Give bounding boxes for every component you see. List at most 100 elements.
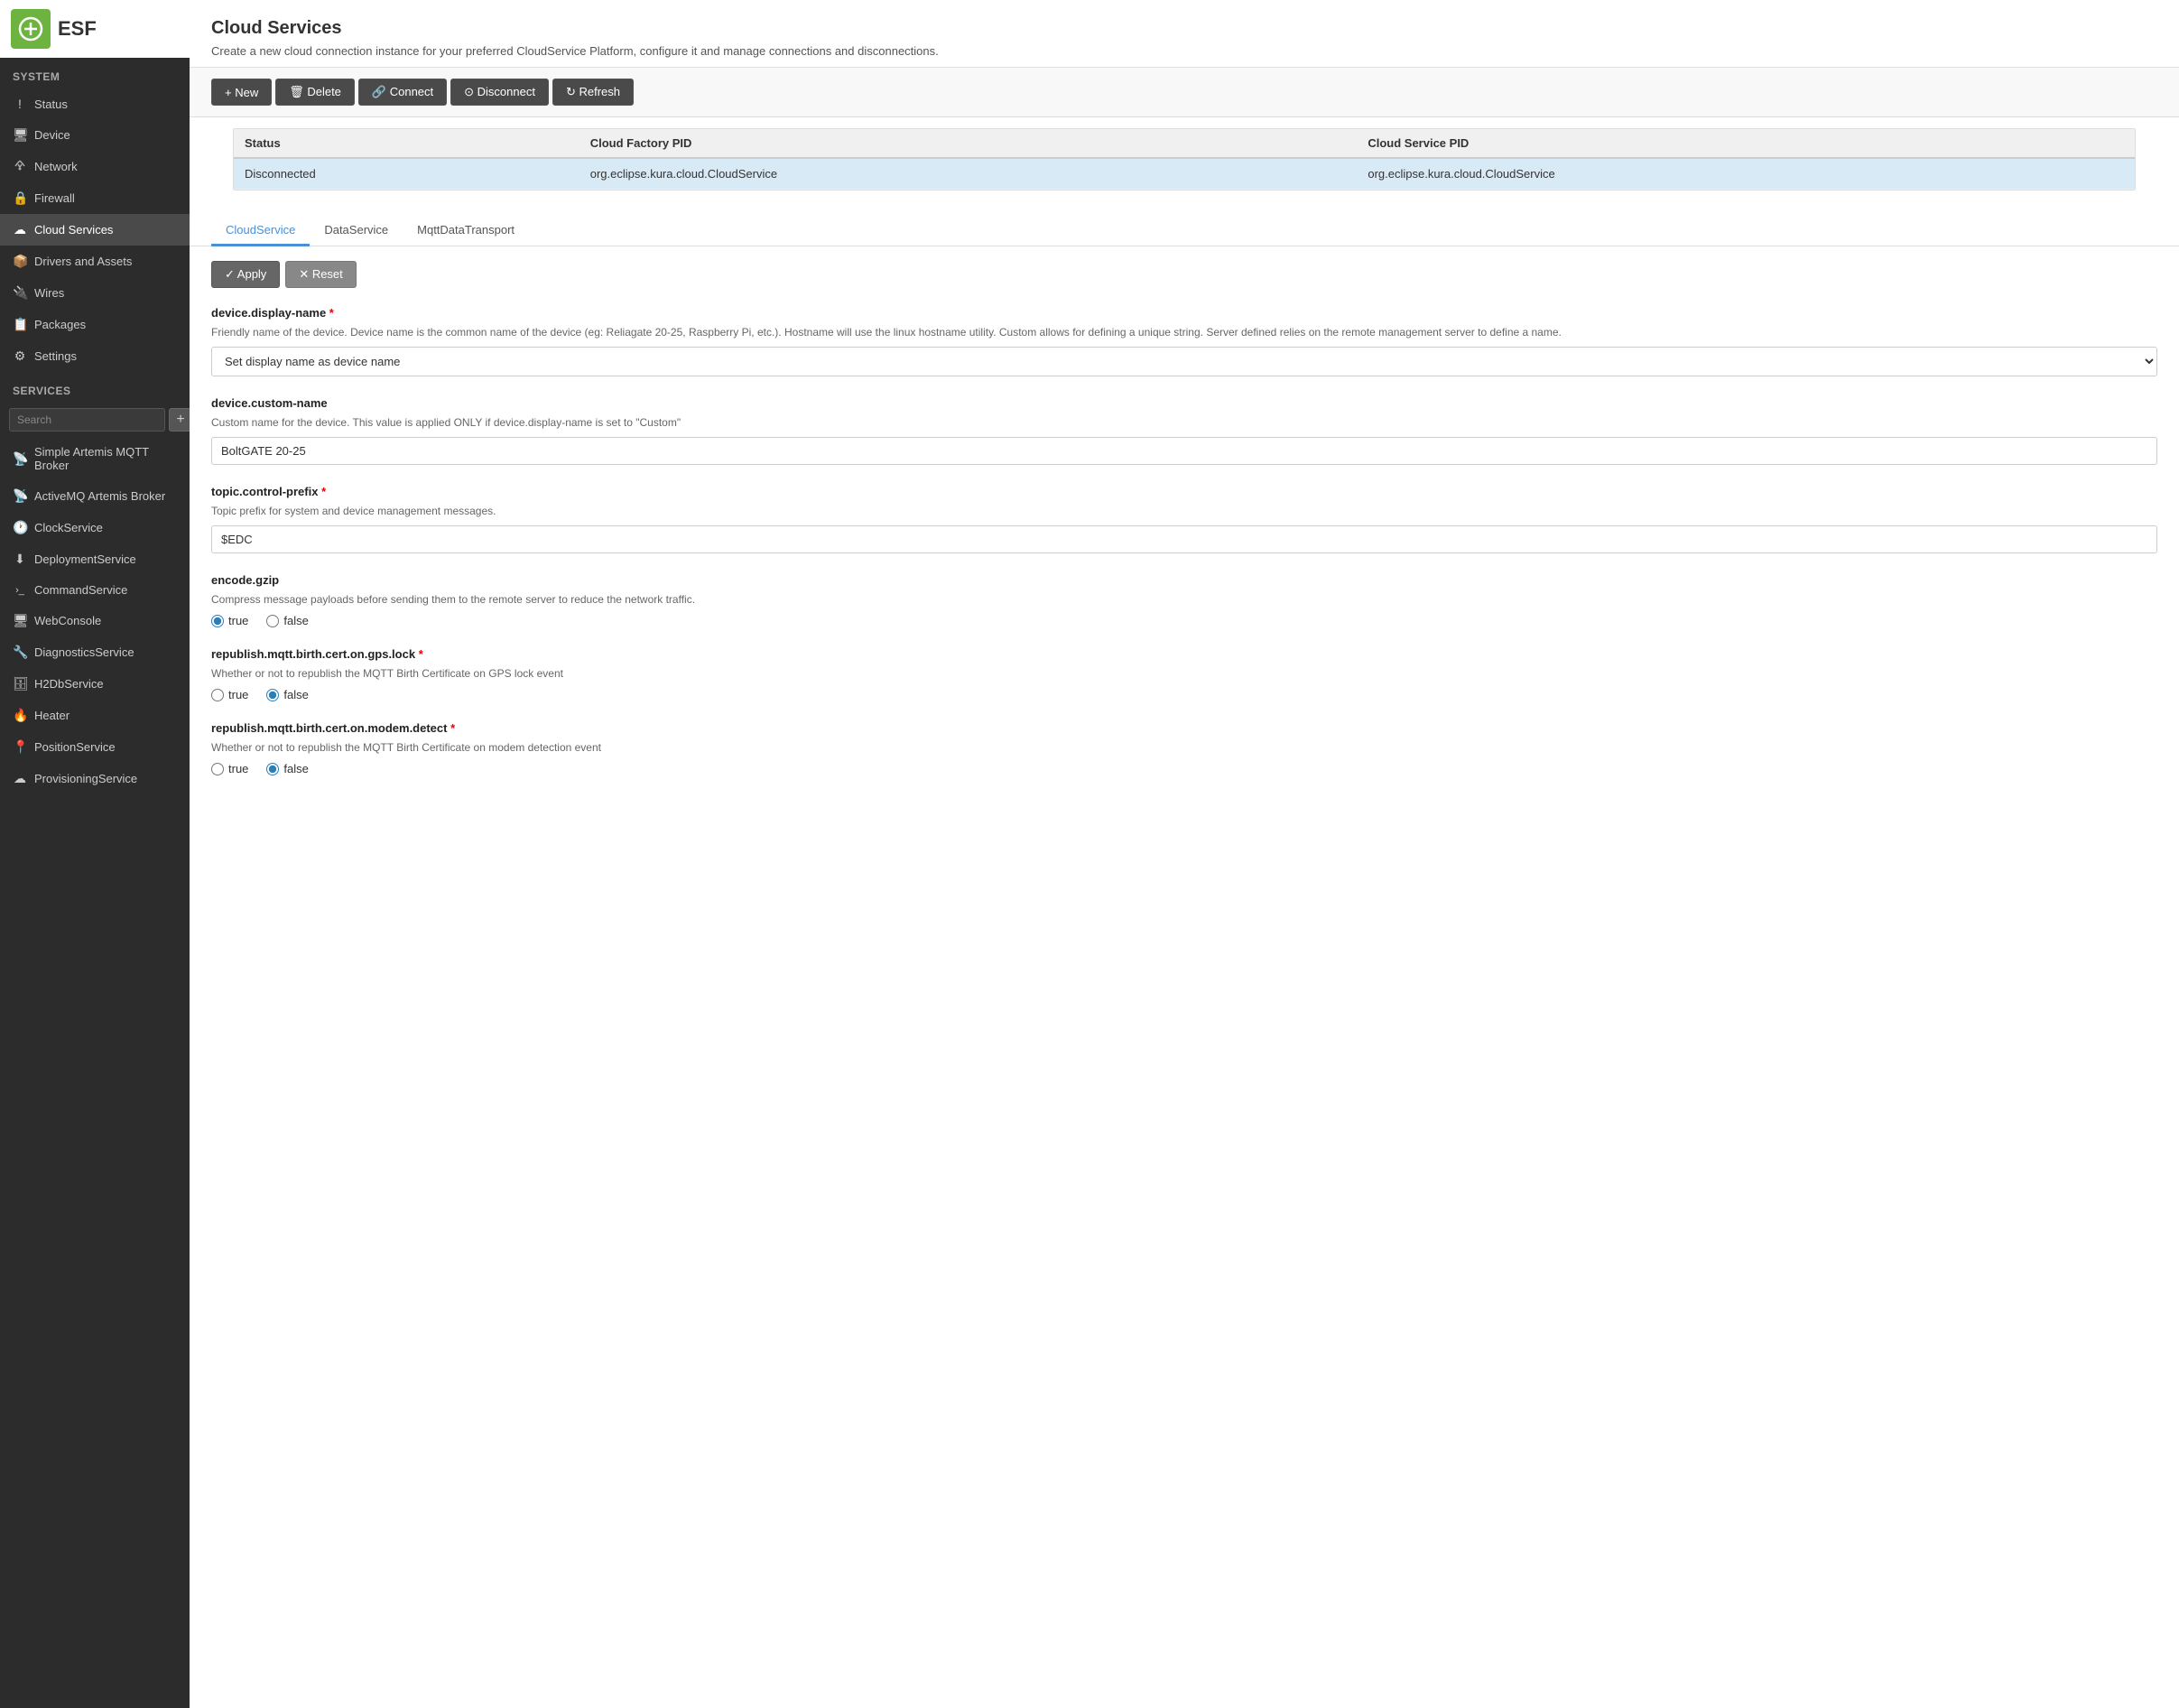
col-header-factory-pid: Cloud Factory PID: [580, 129, 1358, 158]
tabs-list: CloudService DataService MqttDataTranspo…: [211, 216, 2157, 246]
data-table: Status Cloud Factory PID Cloud Service P…: [233, 128, 2136, 190]
logo-area: ESF: [0, 0, 190, 58]
republish-gps-lock-true-label[interactable]: true: [211, 688, 248, 701]
main-content: Cloud Services Create a new cloud connec…: [190, 0, 2179, 1708]
sidebar-item-firewall[interactable]: 🔒 Firewall: [0, 182, 190, 214]
apply-button[interactable]: ✓ Apply: [211, 261, 280, 288]
table-container: Status Cloud Factory PID Cloud Service P…: [190, 117, 2179, 201]
sidebar-item-label: Packages: [34, 318, 86, 331]
sidebar-item-settings[interactable]: ⚙ Settings: [0, 340, 190, 372]
position-icon: 📍: [13, 739, 27, 755]
sidebar-item-label: Status: [34, 97, 68, 111]
field-label-encode-gzip: encode.gzip: [211, 573, 2157, 587]
field-device-custom-name: device.custom-name Custom name for the d…: [211, 396, 2157, 465]
refresh-button[interactable]: ↻ Refresh: [552, 79, 634, 106]
encode-gzip-true-label[interactable]: true: [211, 614, 248, 627]
device-custom-name-input[interactable]: [211, 437, 2157, 465]
sidebar-item-activemq-artemis[interactable]: 📡 ActiveMQ Artemis Broker: [0, 480, 190, 512]
encode-gzip-false-radio[interactable]: [266, 615, 279, 627]
reset-button[interactable]: ✕ Reset: [285, 261, 356, 288]
cell-status: Disconnected: [234, 158, 580, 190]
field-desc-republish-modem-detect: Whether or not to republish the MQTT Bir…: [211, 739, 2157, 756]
delete-button[interactable]: 🗑 Delete: [275, 79, 355, 106]
device-display-name-select[interactable]: Set display name as device name: [211, 347, 2157, 376]
republish-gps-lock-true-radio[interactable]: [211, 689, 224, 701]
sidebar-item-packages[interactable]: 📋 Packages: [0, 309, 190, 340]
page-header: Cloud Services Create a new cloud connec…: [190, 0, 2179, 68]
sidebar-item-positionservice[interactable]: 📍 PositionService: [0, 731, 190, 763]
logo-box: [11, 9, 51, 49]
config-action-row: ✓ Apply ✕ Reset: [211, 261, 2157, 288]
network-icon: [13, 159, 27, 174]
republish-gps-lock-radio-group: true false: [211, 688, 2157, 701]
republish-modem-detect-true-radio[interactable]: [211, 763, 224, 775]
sidebar-item-device[interactable]: 🖥 Device: [0, 119, 190, 151]
topic-control-prefix-input[interactable]: [211, 525, 2157, 553]
field-desc-encode-gzip: Compress message payloads before sending…: [211, 591, 2157, 608]
sidebar-item-label: Simple Artemis MQTT Broker: [34, 445, 177, 472]
activemq-icon: 📡: [13, 488, 27, 504]
table-row[interactable]: Disconnected org.eclipse.kura.cloud.Clou…: [234, 158, 2135, 190]
connect-button[interactable]: 🔗 Connect: [358, 79, 447, 106]
sidebar-item-commandservice[interactable]: ›_ CommandService: [0, 575, 190, 605]
page-title: Cloud Services: [211, 18, 2157, 39]
field-topic-control-prefix: topic.control-prefix * Topic prefix for …: [211, 485, 2157, 553]
sidebar-item-drivers-assets[interactable]: 📦 Drivers and Assets: [0, 246, 190, 277]
field-label-device-custom-name: device.custom-name: [211, 396, 2157, 410]
webconsole-icon: 🖥: [13, 613, 27, 628]
encode-gzip-true-radio[interactable]: [211, 615, 224, 627]
tab-dataservice[interactable]: DataService: [310, 216, 403, 246]
services-section-title: Services: [0, 372, 190, 403]
sidebar-item-network[interactable]: Network: [0, 151, 190, 182]
sidebar-item-status[interactable]: ! Status: [0, 88, 190, 119]
sidebar-item-label: Wires: [34, 286, 64, 300]
disconnect-button[interactable]: ⊙ Disconnect: [450, 79, 549, 106]
field-label-topic-control-prefix: topic.control-prefix *: [211, 485, 2157, 498]
sidebar-item-label: PositionService: [34, 740, 116, 754]
h2db-icon: 🗄: [13, 676, 27, 692]
clock-icon: 🕐: [13, 520, 27, 535]
republish-gps-lock-false-radio[interactable]: [266, 689, 279, 701]
sidebar-item-cloud-services[interactable]: ☁ Cloud Services: [0, 214, 190, 246]
sidebar-item-label: WebConsole: [34, 614, 101, 627]
sidebar-item-label: Firewall: [34, 191, 75, 205]
sidebar-item-simple-artemis[interactable]: 📡 Simple Artemis MQTT Broker: [0, 437, 190, 480]
encode-gzip-false-label[interactable]: false: [266, 614, 308, 627]
new-button[interactable]: + New: [211, 79, 272, 106]
sidebar-item-provisioningservice[interactable]: ☁ ProvisioningService: [0, 763, 190, 794]
tab-mqttdatatransport[interactable]: MqttDataTransport: [403, 216, 529, 246]
sidebar-item-heater[interactable]: 🔥 Heater: [0, 700, 190, 731]
field-label-republish-gps-lock: republish.mqtt.birth.cert.on.gps.lock *: [211, 647, 2157, 661]
sidebar-item-label: Cloud Services: [34, 223, 113, 237]
republish-modem-detect-false-radio[interactable]: [266, 763, 279, 775]
field-device-display-name: device.display-name * Friendly name of t…: [211, 306, 2157, 376]
search-input[interactable]: [9, 408, 165, 432]
tab-cloudservice[interactable]: CloudService: [211, 216, 310, 246]
sidebar-item-label: Network: [34, 160, 78, 173]
republish-gps-lock-false-label[interactable]: false: [266, 688, 308, 701]
sidebar-item-webconsole[interactable]: 🖥 WebConsole: [0, 605, 190, 636]
sidebar-item-wires[interactable]: 🔌 Wires: [0, 277, 190, 309]
cloud-icon: ☁: [13, 222, 27, 237]
sidebar-item-h2dbservice[interactable]: 🗄 H2DbService: [0, 668, 190, 700]
command-icon: ›_: [13, 585, 27, 596]
sidebar-item-deploymentservice[interactable]: ⬇ DeploymentService: [0, 543, 190, 575]
field-desc-device-custom-name: Custom name for the device. This value i…: [211, 414, 2157, 431]
sidebar-item-label: Drivers and Assets: [34, 255, 132, 268]
sidebar-item-label: Device: [34, 128, 70, 142]
sidebar-item-diagnosticsservice[interactable]: 🔧 DiagnosticsService: [0, 636, 190, 668]
provisioning-icon: ☁: [13, 771, 27, 786]
republish-modem-detect-false-label[interactable]: false: [266, 762, 308, 775]
system-section-title: System: [0, 58, 190, 88]
add-service-button[interactable]: +: [169, 408, 190, 432]
cell-service-pid: org.eclipse.kura.cloud.CloudService: [1357, 158, 2135, 190]
republish-modem-detect-true-label[interactable]: true: [211, 762, 248, 775]
wires-icon: 🔌: [13, 285, 27, 301]
sidebar-item-label: ActiveMQ Artemis Broker: [34, 489, 165, 503]
diagnostics-icon: 🔧: [13, 645, 27, 660]
sidebar-item-label: Heater: [34, 709, 70, 722]
field-desc-republish-gps-lock: Whether or not to republish the MQTT Bir…: [211, 665, 2157, 682]
sidebar-item-label: H2DbService: [34, 677, 104, 691]
col-header-service-pid: Cloud Service PID: [1357, 129, 2135, 158]
sidebar-item-clockservice[interactable]: 🕐 ClockService: [0, 512, 190, 543]
